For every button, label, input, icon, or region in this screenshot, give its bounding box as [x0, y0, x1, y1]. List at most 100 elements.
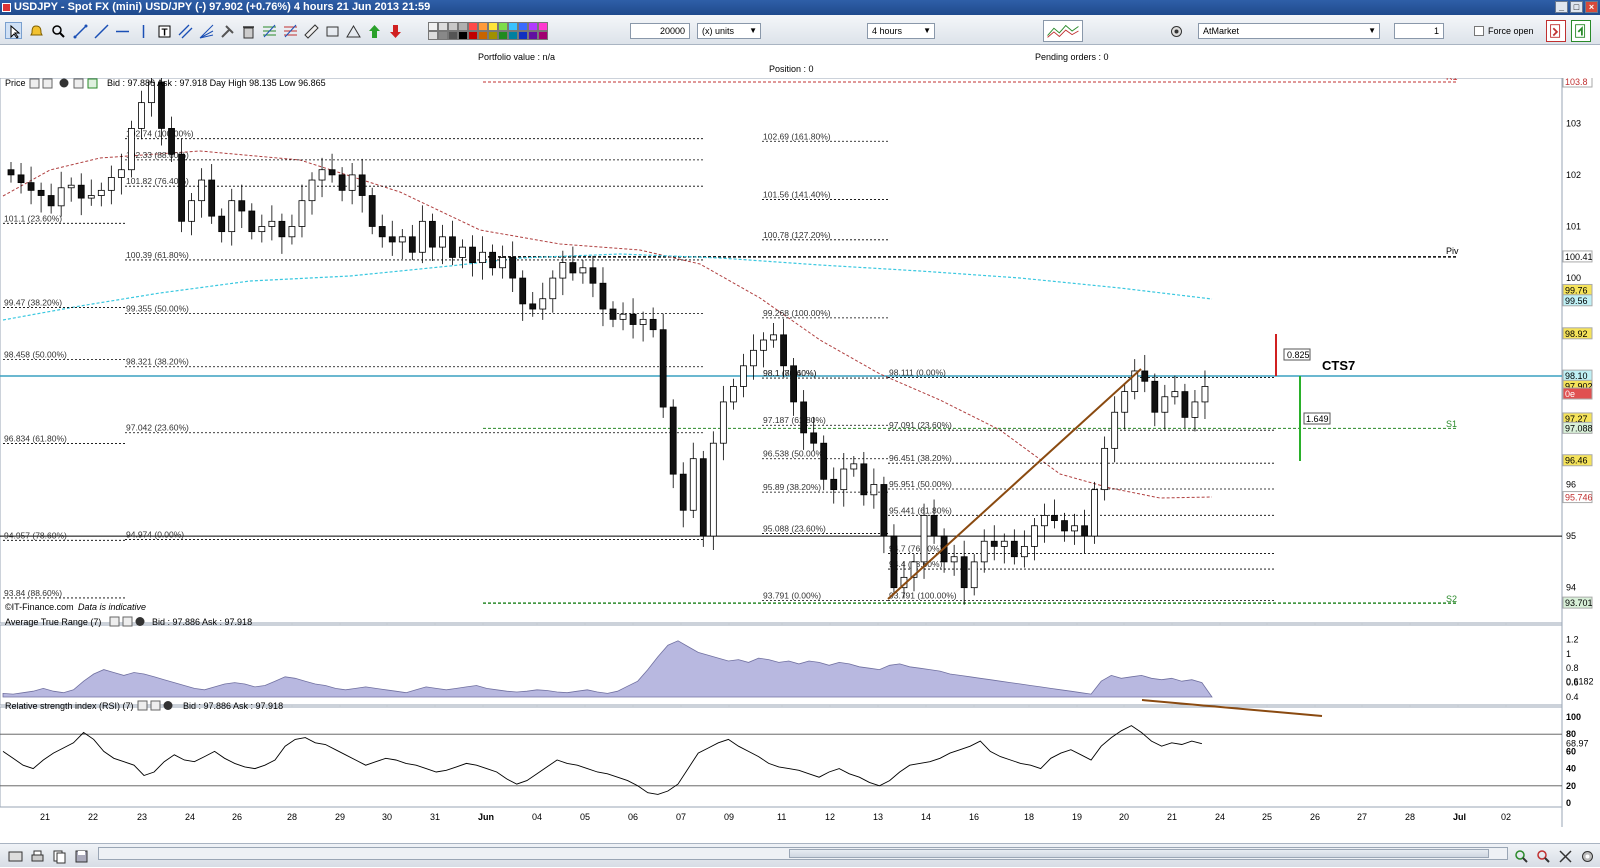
color-palette[interactable] [428, 22, 548, 40]
lots-input[interactable]: 1 [1394, 23, 1444, 39]
time-axis-label: 21 [40, 812, 50, 822]
candle-body [760, 339, 767, 351]
palette-swatch[interactable] [538, 31, 548, 40]
fib-level-label: 93.791 (100.00%) [889, 590, 957, 600]
palette-swatch[interactable] [538, 22, 548, 31]
maximize-button[interactable]: □ [1570, 1, 1583, 13]
quantity-input[interactable]: 20000 [630, 23, 690, 39]
period-select[interactable]: 4 hours ▼ [867, 23, 935, 39]
palette-swatch[interactable] [458, 22, 468, 31]
palette-swatch[interactable] [428, 31, 438, 40]
rsi-window-icon[interactable] [150, 700, 161, 711]
print-icon[interactable] [28, 847, 45, 864]
close-panel-icon[interactable] [59, 78, 69, 88]
copy-icon[interactable] [50, 847, 67, 864]
rectangle-icon[interactable] [323, 22, 340, 39]
palette-swatch[interactable] [468, 22, 478, 31]
price-axis-tick: 103 [1566, 118, 1581, 128]
palette-swatch[interactable] [448, 22, 458, 31]
horizontal-line-icon[interactable] [113, 22, 130, 39]
window-icon[interactable] [73, 78, 84, 89]
palette-swatch[interactable] [498, 22, 508, 31]
ray-line-icon[interactable] [92, 22, 109, 39]
time-axis-label: 18 [1024, 812, 1034, 822]
palette-swatch[interactable] [498, 31, 508, 40]
fib-level-label: 96.451 (38.20%) [889, 453, 952, 463]
settings-gear-icon[interactable] [1578, 847, 1595, 864]
sell-button[interactable] [1546, 20, 1566, 42]
time-axis-label: 28 [1405, 812, 1415, 822]
edit-icon[interactable] [42, 78, 53, 89]
tools-icon[interactable] [218, 22, 235, 39]
palette-swatch[interactable] [438, 22, 448, 31]
zoom-out-icon[interactable] [1534, 847, 1551, 864]
candle-body [599, 282, 607, 310]
palette-swatch[interactable] [428, 22, 438, 31]
candle-body [479, 251, 486, 263]
export-icon[interactable] [6, 847, 23, 864]
units-select[interactable]: (x) units ▼ [697, 23, 761, 39]
fibonacci-fan-icon[interactable] [197, 22, 214, 39]
time-axis-label: 30 [382, 812, 392, 822]
palette-swatch[interactable] [448, 31, 458, 40]
palette-swatch[interactable] [488, 31, 498, 40]
chart-area[interactable]: 21 22 23 24 26 28 29 30 31 Jun 04 05 06 07 09 11 12 13 14 1… [0, 66, 1600, 827]
palette-swatch[interactable] [528, 31, 538, 40]
atr-close-icon[interactable] [135, 617, 145, 626]
candle-body [489, 251, 497, 269]
atr-settings-icon[interactable] [109, 616, 120, 627]
palette-swatch[interactable] [488, 22, 498, 31]
trendline-icon[interactable] [71, 22, 88, 39]
alert-bell-icon[interactable] [27, 22, 44, 39]
time-axis-label: 23 [137, 812, 147, 822]
palette-swatch[interactable] [468, 31, 478, 40]
buy-button[interactable] [1571, 20, 1591, 42]
fit-icon[interactable] [1556, 847, 1573, 864]
time-scrollbar[interactable] [98, 847, 1508, 860]
rsi-close-icon[interactable] [163, 701, 173, 710]
zoom-icon[interactable] [49, 22, 66, 39]
palette-swatch[interactable] [518, 22, 528, 31]
palette-swatch[interactable] [458, 31, 468, 40]
palette-swatch[interactable] [518, 31, 528, 40]
candle-body [268, 220, 276, 227]
rsi-panel-quote: Bid : 97.886 Ask : 97.918 [183, 701, 283, 711]
minimize-button[interactable]: _ [1555, 1, 1568, 13]
palette-swatch[interactable] [478, 31, 488, 40]
zoom-in-icon[interactable] [1512, 847, 1529, 864]
pointer-icon[interactable] [5, 22, 22, 39]
palette-swatch[interactable] [508, 31, 518, 40]
candle-body [1091, 489, 1098, 537]
fibonacci-extension-icon[interactable] [281, 22, 298, 39]
delete-icon[interactable] [239, 22, 256, 39]
chart-style-icon[interactable] [1043, 20, 1083, 42]
palette-swatch[interactable] [508, 22, 518, 31]
vertical-line-icon[interactable] [134, 22, 151, 39]
buy-arrow-icon[interactable] [365, 22, 382, 39]
candle-body [408, 236, 416, 253]
force-open-checkbox[interactable] [1474, 26, 1484, 36]
order-settings-icon[interactable] [1167, 22, 1184, 39]
triangle-icon[interactable] [344, 22, 361, 39]
text-tool-icon[interactable]: T [155, 22, 172, 39]
candle-body [810, 432, 818, 444]
rsi-panel[interactable] [0, 706, 1563, 808]
atr-window-icon[interactable] [122, 616, 133, 627]
app-icon [2, 3, 11, 12]
channel-icon[interactable] [176, 22, 193, 39]
scrollbar-thumb[interactable] [789, 849, 1489, 858]
settings-icon[interactable] [29, 78, 40, 89]
rsi-settings-icon[interactable] [137, 700, 148, 711]
palette-swatch[interactable] [438, 31, 448, 40]
ruler-icon[interactable] [302, 22, 319, 39]
order-type-select[interactable]: AtMarket ▼ [1198, 23, 1380, 39]
close-button[interactable]: × [1585, 1, 1598, 13]
fibonacci-retracement-icon[interactable] [260, 22, 277, 39]
sell-arrow-icon[interactable] [386, 22, 403, 39]
palette-swatch[interactable] [528, 22, 538, 31]
palette-swatch[interactable] [478, 22, 488, 31]
save-icon[interactable] [72, 847, 89, 864]
price-chart-svg[interactable]: 21 22 23 24 26 28 29 30 31 Jun 04 05 06 07 09 11 12 13 14 1… [0, 66, 1600, 827]
candle-body [97, 189, 105, 196]
add-indicator-icon[interactable] [87, 78, 98, 89]
